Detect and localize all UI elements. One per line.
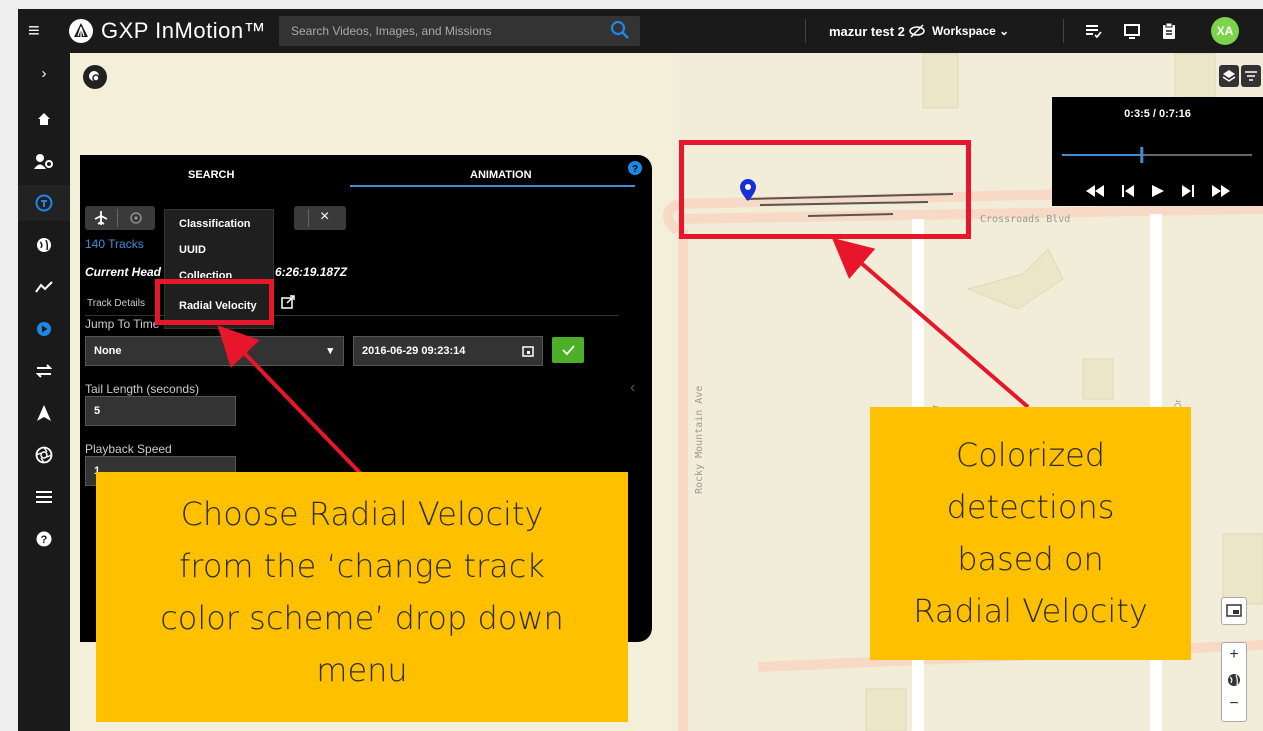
callout-right-line: based on bbox=[957, 540, 1104, 578]
arrow-right bbox=[831, 237, 1030, 409]
callout-right-line: Radial Velocity bbox=[913, 592, 1148, 630]
callout-left: Choose Radial Velocity from the ‘change … bbox=[96, 472, 628, 722]
callout-left-line: from the ‘change track bbox=[179, 547, 545, 585]
app-frame: Crossroads Blvd Rocky Mountain Ave Dr Dr… bbox=[18, 9, 1263, 731]
callout-left-line: menu bbox=[316, 651, 408, 689]
arrow-left bbox=[217, 325, 365, 478]
callout-left-line: Choose Radial Velocity bbox=[180, 495, 544, 533]
callout-left-line: color scheme’ drop down bbox=[160, 599, 564, 637]
callout-right-line: Colorized bbox=[955, 436, 1106, 474]
callout-right-line: detections bbox=[946, 488, 1115, 526]
callout-right: Colorized detections based on Radial Vel… bbox=[870, 407, 1191, 660]
